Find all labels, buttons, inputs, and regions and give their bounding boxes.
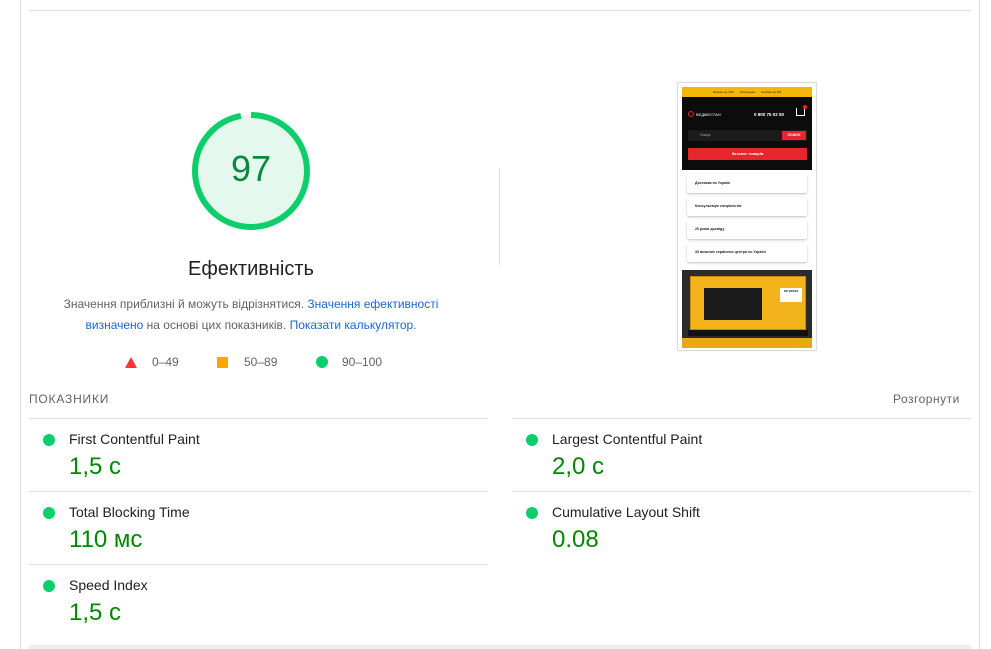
metric-speed-index: Speed Index 1,5 с — [29, 565, 469, 638]
legend-average-label: 50–89 — [244, 355, 278, 369]
metric-fcp: First Contentful Paint 1,5 с — [29, 419, 469, 492]
generator-door — [704, 288, 762, 320]
description-mid: на основі цих показників. — [146, 318, 287, 332]
pass-circle-icon — [43, 434, 55, 446]
thumb-logo-text: ВЕДМЕСТАН — [696, 111, 721, 117]
metric-name: Cumulative Layout Shift — [552, 504, 700, 520]
logo-icon — [688, 111, 694, 117]
metric-value: 1,5 с — [69, 599, 122, 626]
metric-name: Largest Contentful Paint — [552, 431, 703, 447]
thumb-search-button: ПОШУК — [782, 131, 806, 140]
page-screenshot-thumbnail[interactable]: Знижка до 15% Розпродаж Кешбек до 8% ВЕД… — [677, 82, 817, 351]
metric-lcp: Largest Contentful Paint 2,0 с — [512, 419, 952, 492]
expand-toggle[interactable]: Розгорнути — [893, 392, 960, 406]
thumb-header: ВЕДМЕСТАН 0 800 75 02 50 Пошук ПОШУК Кат… — [682, 97, 812, 170]
cart-icon — [796, 108, 805, 116]
thumb-feature: Консультація спеціалістів — [687, 197, 807, 216]
metric-name: Speed Index — [69, 577, 148, 593]
metric-value: 110 мс — [69, 526, 143, 553]
legend-pass-label: 90–100 — [342, 355, 383, 369]
metric-value: 2,0 с — [552, 453, 605, 480]
pass-circle-icon — [43, 580, 55, 592]
top-divider — [29, 10, 971, 11]
circle-pass-icon — [316, 356, 328, 368]
vertical-divider — [499, 168, 500, 265]
metric-name: Total Blocking Time — [69, 504, 190, 520]
metric-tbt: Total Blocking Time 110 мс — [29, 492, 469, 565]
legend-pass: 90–100 — [316, 352, 382, 372]
thumb-feature: Доставка по Україні — [687, 174, 807, 193]
pass-circle-icon — [43, 507, 55, 519]
legend-fail-label: 0–49 — [152, 355, 179, 369]
metric-value: 1,5 с — [69, 453, 122, 480]
photo-floor — [682, 338, 812, 348]
thumb-feature: 33 власних сервісних центри по Україні — [687, 243, 807, 262]
thumbnail-page: Знижка до 15% Розпродаж Кешбек до 8% ВЕД… — [682, 87, 812, 348]
cart-badge — [803, 105, 807, 109]
metrics-title: ПОКАЗНИКИ — [29, 392, 110, 406]
generator-badge: EP 20SS3 — [780, 288, 802, 302]
legend-fail: 0–49 — [125, 352, 179, 372]
thumb-topbar: Знижка до 15% Розпродаж Кешбек до 8% — [682, 87, 812, 97]
thumb-topbar-item: Кешбек до 8% — [761, 90, 782, 94]
calculator-link[interactable]: Показати калькулятор — [290, 318, 414, 332]
thumb-search-placeholder: Пошук — [700, 133, 711, 137]
metric-value: 0.08 — [552, 526, 599, 553]
description-text: Значення приблизні й можуть відрізнятися… — [63, 297, 305, 311]
thumb-phone: 0 800 75 02 50 — [754, 112, 785, 117]
metric-cls: Cumulative Layout Shift 0.08 — [512, 492, 952, 565]
description-end: . — [413, 318, 417, 332]
metric-name: First Contentful Paint — [69, 431, 200, 447]
legend-average: 50–89 — [217, 352, 277, 372]
thumb-topbar-item: Розпродаж — [740, 90, 756, 94]
bottom-band — [29, 645, 971, 649]
thumb-feature: 20 років досвіду — [687, 220, 807, 239]
pass-circle-icon — [526, 507, 538, 519]
pass-circle-icon — [526, 434, 538, 446]
thumb-catalog-button: Каталог товарів — [688, 148, 807, 160]
score-description: Значення приблизні й можуть відрізнятися… — [50, 294, 452, 336]
thumb-topbar-item: Знижка до 15% — [712, 90, 735, 94]
generator-base — [688, 330, 808, 336]
square-average-icon — [217, 356, 228, 368]
triangle-fail-icon — [125, 356, 137, 368]
gauge-title: Ефективність — [188, 258, 314, 280]
generator-photo: EP 20SS3 — [682, 270, 812, 348]
score-value: 97 — [230, 148, 272, 189]
thumb-logo: ВЕДМЕСТАН — [688, 111, 721, 117]
